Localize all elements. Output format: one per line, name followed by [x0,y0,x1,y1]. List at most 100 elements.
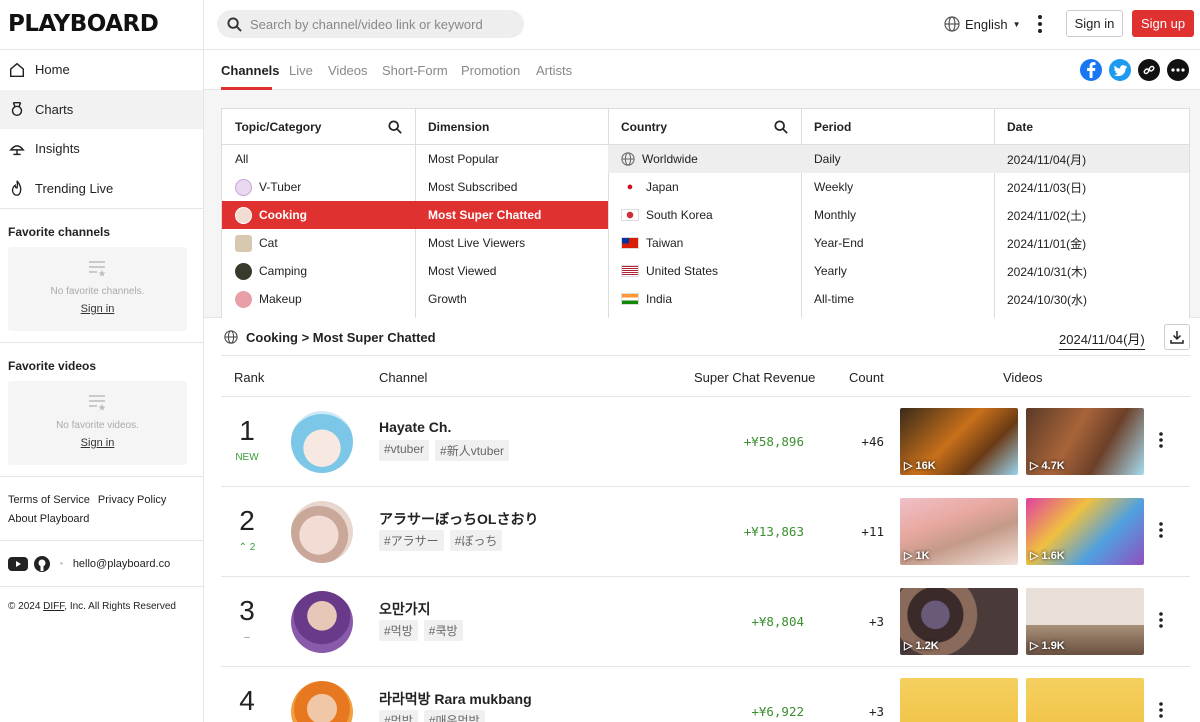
table-row[interactable]: 4 라라먹방 Rara mukbang #먹방 #매운먹방 +¥6,922 +3 [221,667,1190,722]
empty-text: No favorite channels. [50,286,145,297]
cat-icon [235,234,252,252]
row-more-icon[interactable] [1158,611,1164,629]
table-row[interactable]: 3 – 오만가지 #먹방 #쿡방 +¥8,804 +3 ▷ 1.2K ▷ 1.9K [221,577,1190,667]
channel-name[interactable]: 오만가지 [379,599,431,619]
topic-option-selected[interactable]: Cooking [222,201,415,229]
download-button[interactable] [1164,324,1190,350]
tag[interactable]: #매운먹방 [423,710,485,722]
diff-link[interactable]: DIFF [43,601,64,612]
tag[interactable]: #먹방 [379,710,418,722]
video-thumbnail[interactable]: ▷ 16K [900,408,1018,475]
period-option[interactable]: Year-End [801,229,994,257]
tag[interactable]: #ぼっち [449,530,503,551]
video-thumbnail[interactable]: ▷ 4.7K [1026,408,1144,475]
dimension-option-selected[interactable]: Most Super Chatted [415,201,608,229]
video-thumbnail[interactable]: ▷ 1.6K [1026,498,1144,565]
channel-name[interactable]: Hayate Ch. [379,419,451,435]
date-option[interactable]: 2024/11/01(金) [994,229,1189,257]
privacy-link[interactable]: Privacy Policy [98,494,166,506]
dimension-option[interactable]: Growth [415,285,608,313]
topic-option[interactable]: All [222,145,415,173]
sidebar-item-trending-live[interactable]: Trending Live [0,169,203,209]
tag[interactable]: #쿡방 [423,620,463,641]
date-option[interactable]: 2024/10/30(水) [994,285,1189,313]
table-row[interactable]: 2 ⌃ 2 アラサーぼっちOLさおり #アラサー #ぼっち +¥13,863 +1… [221,487,1190,577]
video-thumbnail[interactable] [1026,678,1144,722]
dimension-option[interactable]: Most Live Viewers [415,229,608,257]
tag[interactable]: #vtuber [379,440,430,461]
date-option[interactable]: 2024/10/31(木) [994,257,1189,285]
period-option[interactable]: All-time [801,285,994,313]
country-option[interactable]: United States [608,257,801,285]
tag[interactable]: #먹방 [379,620,418,641]
video-thumbnail[interactable] [900,678,1018,722]
row-more-icon[interactable] [1158,521,1164,539]
period-option-selected[interactable]: Daily [801,145,994,173]
date-option[interactable]: 2024/11/02(土) [994,201,1189,229]
row-more-icon[interactable] [1158,431,1164,449]
more-share-icon[interactable] [1167,59,1189,81]
row-more-icon[interactable] [1158,701,1164,719]
footer-social: • hello@playboard.co [0,540,203,586]
sidebar-item-label: Charts [35,101,74,117]
avatar[interactable] [291,501,353,563]
twitter-share-icon[interactable] [1109,59,1131,81]
video-thumbnail[interactable]: ▷ 1.2K [900,588,1018,655]
video-thumbnail[interactable]: ▷ 1K [900,498,1018,565]
dimension-option[interactable]: Most Subscribed [415,173,608,201]
topic-option[interactable]: V-Tuber [222,173,415,201]
table-row[interactable]: 1 NEW Hayate Ch. #vtuber #新人vtuber +¥58,8… [221,397,1190,487]
tag[interactable]: #新人vtuber [435,440,510,461]
tab-promotion[interactable]: Promotion [461,63,520,78]
search-icon[interactable] [388,119,402,134]
date-option-selected[interactable]: 2024/11/04(月) [994,145,1189,173]
period-option[interactable]: Monthly [801,201,994,229]
search-bar[interactable] [217,10,524,38]
github-icon[interactable] [34,555,50,572]
tab-artists[interactable]: Artists [536,63,572,78]
tag[interactable]: #アラサー [379,530,444,551]
date-picker[interactable]: 2024/11/04(月) [1059,329,1145,350]
avatar[interactable] [291,591,353,653]
signin-link[interactable]: Sign in [8,437,187,449]
tab-videos[interactable]: Videos [328,63,368,78]
country-option-selected[interactable]: Worldwide [608,145,801,173]
youtube-icon[interactable] [8,556,28,571]
contact-email[interactable]: hello@playboard.co [73,558,170,570]
tab-short-form[interactable]: Short-Form [382,63,448,78]
facebook-share-icon[interactable] [1080,59,1102,81]
sidebar-item-home[interactable]: Home [0,50,203,90]
search-icon[interactable] [774,119,788,134]
channel-name[interactable]: 라라먹방 Rara mukbang [379,689,532,709]
logo[interactable]: PLAYBOARD [8,11,159,37]
country-option[interactable]: Taiwan [608,229,801,257]
tab-live[interactable]: Live [289,63,313,78]
date-option[interactable]: 2024/11/03(日) [994,173,1189,201]
period-option[interactable]: Yearly [801,257,994,285]
avatar[interactable] [291,681,353,722]
dimension-option[interactable]: Most Popular [415,145,608,173]
signin-button[interactable]: Sign in [1066,10,1123,37]
signup-button[interactable]: Sign up [1132,10,1194,37]
country-option[interactable]: ● Japan [608,173,801,201]
about-link[interactable]: About Playboard [8,513,89,525]
more-vertical-icon[interactable] [1037,14,1043,34]
country-option[interactable]: South Korea [608,201,801,229]
topic-option[interactable]: Makeup [222,285,415,313]
dimension-option[interactable]: Most Viewed [415,257,608,285]
period-option[interactable]: Weekly [801,173,994,201]
search-input[interactable] [250,16,510,32]
avatar[interactable] [291,411,353,473]
tab-channels[interactable]: Channels [221,63,280,78]
copy-link-icon[interactable] [1138,59,1160,81]
topic-option[interactable]: Camping [222,257,415,285]
language-selector[interactable]: English ▼ [944,16,1021,32]
terms-link[interactable]: Terms of Service [8,494,90,506]
signin-link[interactable]: Sign in [8,303,187,315]
sidebar-item-charts[interactable]: Charts [0,89,203,129]
channel-name[interactable]: アラサーぼっちOLさおり [379,509,538,529]
topic-option[interactable]: Cat [222,229,415,257]
country-option[interactable]: India [608,285,801,313]
sidebar-item-insights[interactable]: Insights [0,129,203,169]
video-thumbnail[interactable]: ▷ 1.9K [1026,588,1144,655]
